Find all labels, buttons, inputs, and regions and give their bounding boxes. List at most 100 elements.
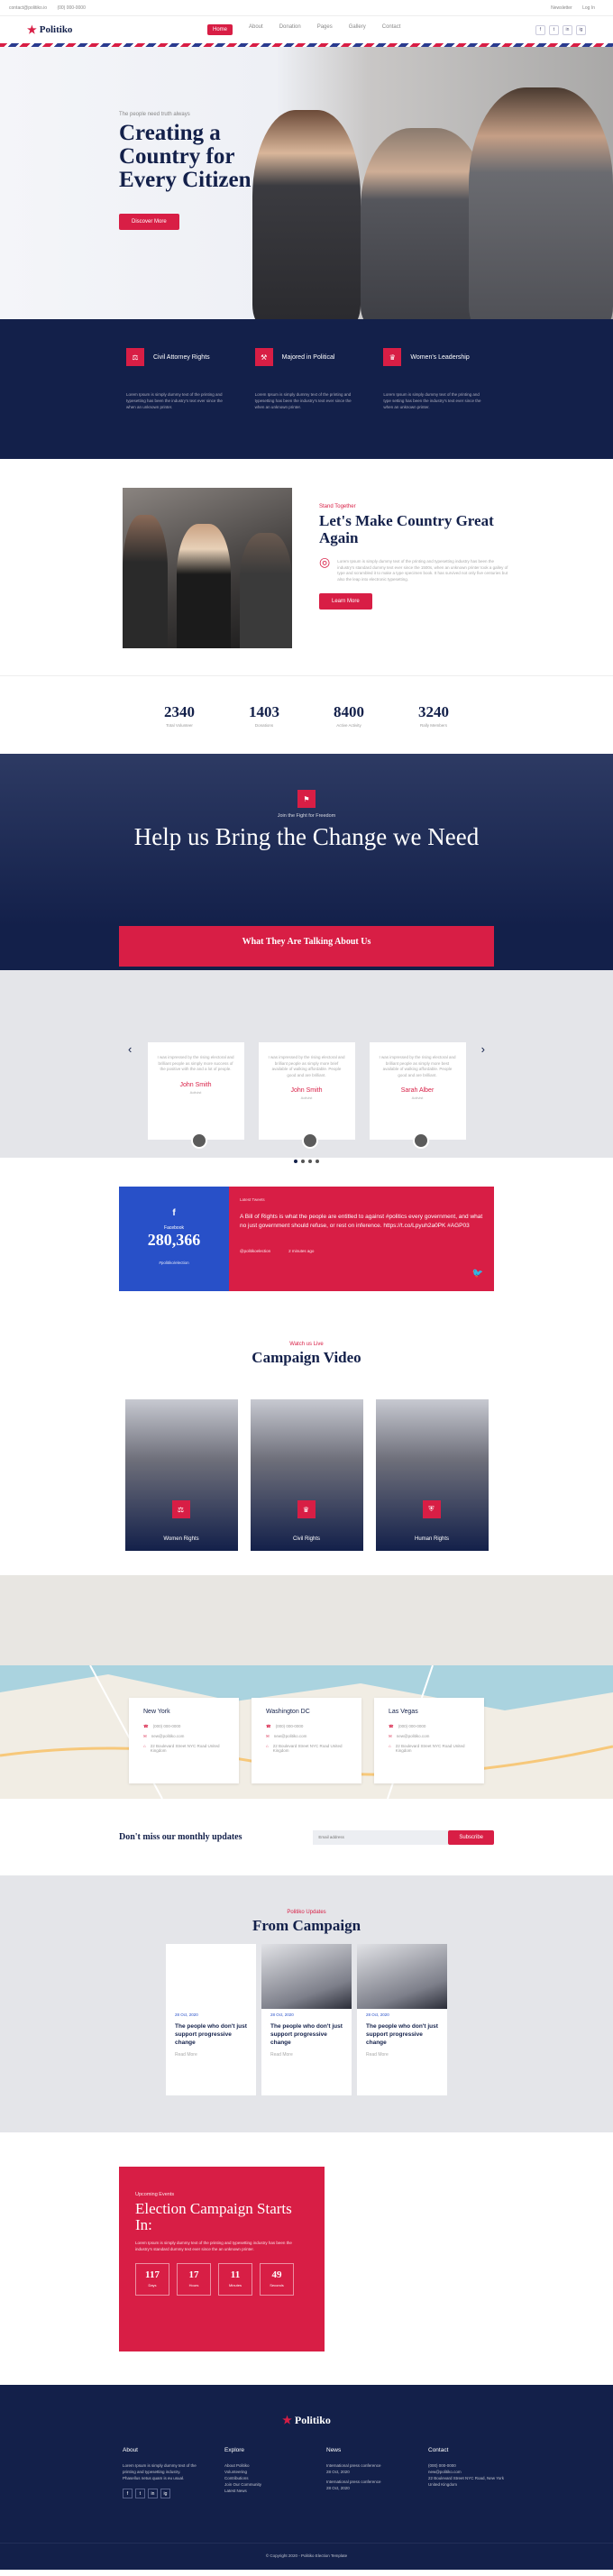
blog-title: From Campaign [252, 1917, 361, 1934]
feature-title: Civil Attorney Rights [153, 353, 210, 361]
instagram-icon[interactable]: ig [575, 24, 586, 35]
facebook-card[interactable]: f Facebook 280,366 #politiko/election [119, 1187, 229, 1291]
feature-card: ♛ Women's Leadership Lorem Ipsum is simp… [383, 348, 487, 459]
countdown-minutes: 11 Minutes [218, 2263, 252, 2296]
newsletter-link[interactable]: Newsletter [551, 5, 572, 11]
prev-arrow-icon[interactable]: ‹ [128, 1042, 132, 1056]
read-more-link[interactable]: Read More [175, 2052, 247, 2058]
avatar [190, 1132, 207, 1149]
stats-section: 2340 Total Volunteer 1403 Donations 8400… [0, 675, 613, 754]
next-arrow-icon[interactable]: › [481, 1042, 485, 1056]
location-icon: ⌂ [143, 1744, 146, 1748]
change-kicker: Join the Fight for Freedom [277, 813, 336, 819]
nav-socials: f t in ig [535, 24, 586, 35]
login-link[interactable]: Log In [582, 5, 595, 11]
change-title: Help us Bring the Change we Need [133, 823, 480, 850]
menu-item-about[interactable]: About [249, 24, 263, 35]
video-kicker: Watch us Live [289, 1342, 324, 1347]
map-section[interactable]: New York ☎ (000) 000-0000 ✉ new@politiko.c… [0, 1665, 613, 1799]
testimonial-card: I was impressed by the rising electoral … [369, 1042, 466, 1149]
crown-icon: ♛ [383, 348, 402, 366]
email-text: contact@politiko.io [9, 5, 48, 11]
post-image [261, 1944, 352, 2009]
facebook-icon[interactable]: f [535, 24, 545, 35]
video-section: Watch us Live Campaign Video ⚖ Women Rig… [0, 1291, 613, 1575]
blog-post-card[interactable]: 28 Oct, 2020 The people who don't just s… [357, 1944, 447, 2095]
testimonial-card: I was impressed by the rising electoral … [258, 1042, 355, 1149]
twitter-icon[interactable]: t [135, 2489, 145, 2498]
hero-kicker: The people need truth always [119, 112, 190, 117]
learn-more-button[interactable]: Learn More [319, 593, 372, 610]
blog-post-card[interactable]: 28 Oct, 2020 The people who don't just s… [261, 1944, 352, 2095]
footer-link[interactable]: Volunteering [224, 2469, 301, 2475]
testimonial-card: I was impressed by the rising electoral … [147, 1042, 244, 1149]
post-image [166, 1944, 256, 2009]
office-card: Las Vegas ☎ (000) 000-0000 ✉ new@politiko.… [374, 1698, 484, 1783]
video-card[interactable]: ⚖ Women Rights [124, 1399, 238, 1551]
audience-image [123, 488, 292, 648]
logo[interactable]: ★ Politiko [27, 23, 72, 37]
subscribe-button[interactable]: Subscribe [448, 1829, 494, 1845]
footer-news-link[interactable]: International press conference [326, 2479, 403, 2485]
footer-link[interactable]: About Politiko [224, 2462, 301, 2469]
twitter-icon[interactable]: t [548, 24, 559, 35]
mail-icon: ✉ [389, 1734, 392, 1738]
facebook-icon[interactable]: f [123, 2489, 133, 2498]
features-section: ⚖ Civil Attorney Rights Lorem Ipsum is s… [0, 319, 613, 459]
footer-news-link[interactable]: International press conference [326, 2462, 403, 2469]
carousel-dots [0, 1160, 613, 1163]
newsletter-email-input[interactable] [313, 1829, 449, 1845]
shield-icon: ⛨ [422, 1500, 441, 1518]
menu: Home About Donation Pages Gallery Contac… [206, 24, 401, 35]
feature-text: Lorem Ipsum is simply dummy text of the … [126, 392, 223, 409]
phone-icon: ☎ [266, 1724, 271, 1728]
linkedin-icon[interactable]: in [148, 2489, 158, 2498]
blog-section: Politiko Updates From Campaign 28 Oct, 2… [0, 1875, 613, 2132]
menu-item-home[interactable]: Home [206, 24, 233, 35]
footer: ★ Politiko About Lorem Ipsum is simply d… [0, 2385, 613, 2570]
menu-item-contact[interactable]: Contact [382, 24, 401, 35]
carousel-dot[interactable] [316, 1160, 319, 1163]
countdown: 117 Days 17 Hours 11 Minutes 49 Seconds [135, 2263, 308, 2296]
instagram-icon[interactable]: ig [160, 2489, 170, 2498]
grey-band [0, 1575, 613, 1665]
video-card[interactable]: ♛ Civil Rights [250, 1399, 363, 1551]
carousel-dot[interactable] [301, 1160, 305, 1163]
main-nav: ★ Politiko Home About Donation Pages Gal… [0, 16, 613, 43]
facebook-icon: f [172, 1208, 176, 1218]
about-kicker: Stand Together [319, 504, 356, 509]
avatar [412, 1132, 429, 1149]
blog-post-card[interactable]: 28 Oct, 2020 The people who don't just s… [166, 1944, 256, 2095]
video-card[interactable]: ⛨ Human Rights [375, 1399, 489, 1551]
menu-item-donation[interactable]: Donation [279, 24, 301, 35]
countdown-days: 117 Days [135, 2263, 169, 2296]
footer-link[interactable]: Contributions [224, 2475, 301, 2481]
scale-icon: ⚖ [171, 1500, 190, 1518]
election-section: Upcoming Events Election Campaign Starts… [0, 2132, 613, 2385]
linkedin-icon[interactable]: in [562, 24, 572, 35]
avatar [301, 1132, 318, 1149]
carousel-dot[interactable] [294, 1160, 297, 1163]
menu-item-pages[interactable]: Pages [317, 24, 333, 35]
menu-item-gallery[interactable]: Gallery [349, 24, 366, 35]
read-more-link[interactable]: Read More [366, 2052, 438, 2058]
tweet-time: 2 minutes ago [288, 1249, 315, 1253]
copyright: © Copyright 2020 - Politiko Election Tem… [0, 2543, 613, 2570]
footer-logo[interactable]: ★ Politiko [0, 2414, 613, 2427]
carousel-dot[interactable] [308, 1160, 312, 1163]
feature-text: Lorem Ipsum is simply dummy text of the … [254, 392, 352, 409]
tweet-user[interactable]: @politikoelection [240, 1249, 270, 1253]
election-countdown-box: Upcoming Events Election Campaign Starts… [119, 2167, 325, 2351]
location-icon: ⌂ [266, 1744, 269, 1748]
stat-item: 2340 Total Volunteer [164, 702, 195, 728]
newsletter-title: Don't miss our monthly updates [119, 1832, 242, 1842]
hero-person-image [361, 128, 487, 319]
discover-more-button[interactable]: Discover More [119, 214, 179, 230]
hero-title: Creating a Country for Every Citizen [119, 121, 252, 192]
footer-link[interactable]: Latest News [224, 2488, 301, 2494]
footer-link[interactable]: Join Our Community [224, 2481, 301, 2488]
footer-contact: Contact (000) 000-0000 new@politiko.com … [428, 2447, 505, 2487]
twitter-icon[interactable]: 🐦 [472, 1269, 483, 1279]
about-text: Lorem Ipsum is simply dummy text of the … [337, 559, 508, 582]
read-more-link[interactable]: Read More [270, 2052, 343, 2058]
